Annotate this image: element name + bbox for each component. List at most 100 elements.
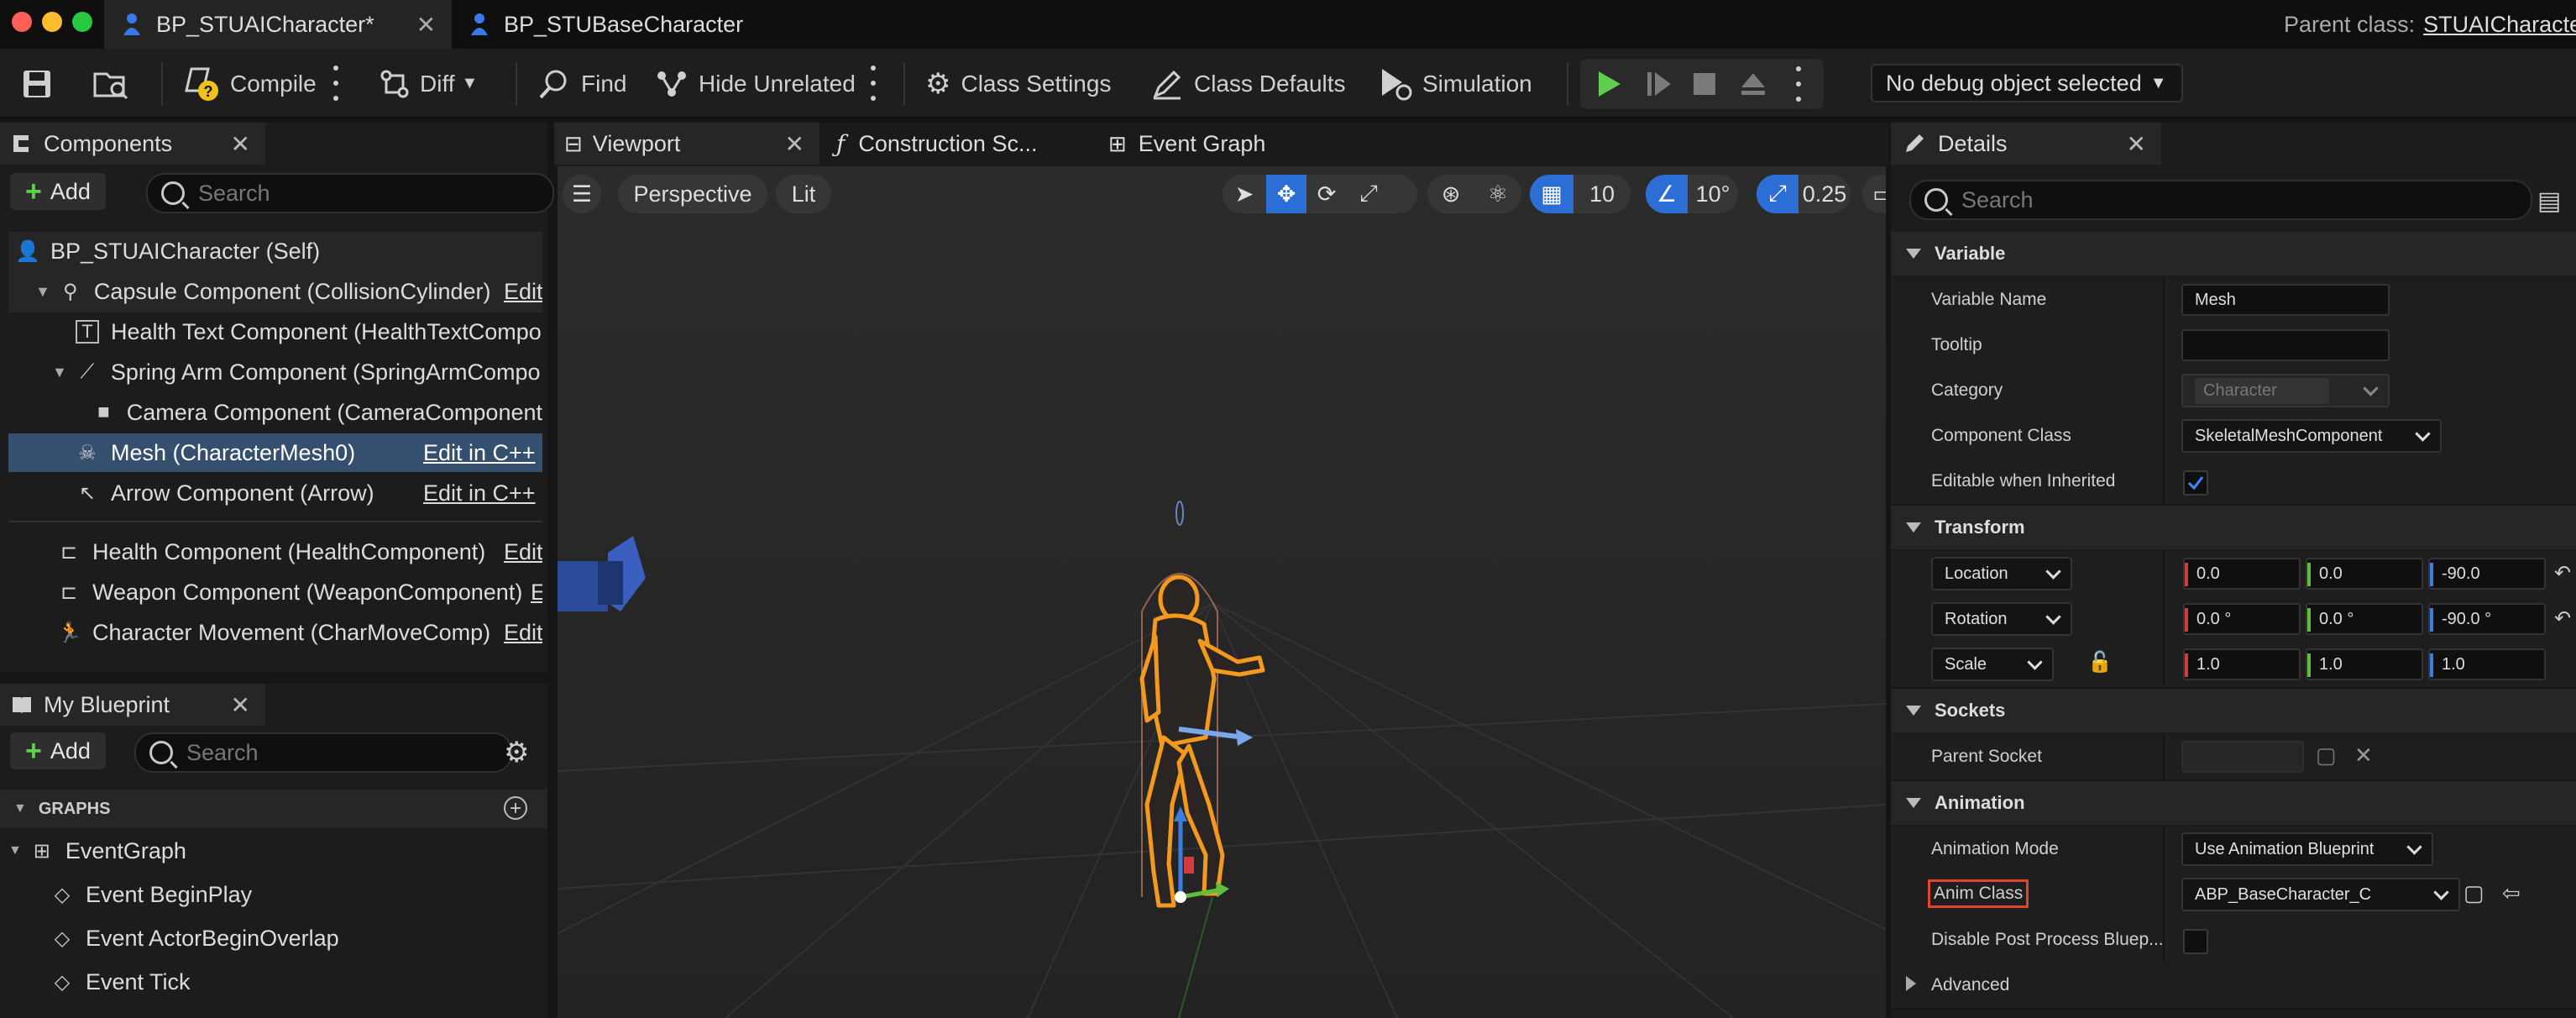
component-item-arrow[interactable]: ↖ Arrow Component (Arrow) Edit in C++: [8, 474, 542, 512]
component-item-weapon[interactable]: ⊏ Weapon Component (WeaponComponent) E: [8, 573, 542, 611]
event-item-actorbeginoverlap[interactable]: ◇ Event ActorBeginOverlap: [0, 919, 547, 958]
disable-post-process-checkbox[interactable]: [2183, 929, 2208, 954]
class-settings-button[interactable]: ⚙ Class Settings: [925, 49, 1111, 118]
surface-snap-icon[interactable]: ⊛: [1427, 175, 1474, 213]
simulation-button[interactable]: Simulation: [1377, 49, 1532, 118]
lit-button[interactable]: Lit: [776, 175, 831, 213]
event-item-tick[interactable]: ◇ Event Tick: [0, 963, 547, 1001]
diff-button[interactable]: Diff ▼: [378, 49, 478, 118]
rotate-mode-icon[interactable]: ⟳: [1306, 175, 1347, 213]
hide-unrelated-options-button[interactable]: [870, 66, 877, 101]
add-graph-icon[interactable]: +: [504, 796, 527, 820]
stop-icon[interactable]: [1691, 71, 1718, 97]
add-component-button[interactable]: + Add: [10, 173, 106, 210]
graphs-section-header[interactable]: ▼ GRAPHS +: [0, 790, 547, 828]
component-item-health[interactable]: ⊏ Health Component (HealthComponent) Edi…: [8, 533, 542, 571]
close-icon[interactable]: ✕: [231, 130, 250, 158]
category-dropdown[interactable]: Character: [2181, 374, 2390, 407]
tab-components[interactable]: Components ✕: [0, 123, 265, 165]
browse-button[interactable]: [92, 49, 129, 118]
grid-snap-group[interactable]: ▦ 10: [1530, 175, 1631, 213]
scale-snap-group[interactable]: ⤢ 0.25: [1757, 175, 1851, 213]
reset-icon[interactable]: ↶: [2554, 606, 2571, 631]
edit-link[interactable]: Edit: [504, 279, 542, 305]
class-defaults-button[interactable]: Class Defaults: [1150, 49, 1346, 118]
details-search-input[interactable]: Search: [1909, 180, 2532, 220]
edit-link[interactable]: Edit: [504, 620, 542, 646]
step-icon[interactable]: [1644, 69, 1674, 99]
variable-name-input[interactable]: Mesh: [2181, 284, 2390, 316]
tab-construction-script[interactable]: ƒ Construction Sc...: [836, 123, 1037, 165]
browse-socket-icon[interactable]: ▢: [2316, 743, 2337, 769]
scale-y-input[interactable]: 1.0: [2306, 648, 2423, 680]
expand-arrow-icon[interactable]: ▼: [35, 283, 50, 301]
tab-viewport[interactable]: ⊟ Viewport ✕: [554, 123, 819, 165]
section-transform[interactable]: Transform: [1891, 506, 2576, 549]
save-button[interactable]: [20, 49, 54, 118]
compile-options-button[interactable]: [332, 66, 339, 101]
rotation-x-input[interactable]: 0.0 °: [2183, 603, 2301, 635]
close-icon[interactable]: ✕: [2127, 130, 2146, 158]
component-item-mesh[interactable]: ☠ Mesh (CharacterMesh0) Edit in C++: [8, 433, 542, 472]
graph-item-eventgraph[interactable]: ▼ ⊞ EventGraph: [0, 832, 547, 870]
compile-button[interactable]: ? Compile: [183, 49, 317, 118]
component-item-health-text[interactable]: T Health Text Component (HealthTextCompo: [8, 312, 542, 351]
minimize-window-button[interactable]: [42, 12, 62, 32]
table-view-icon[interactable]: ▤: [2537, 186, 2561, 216]
doc-tab-bp-stubasecharacter[interactable]: BP_STUBaseCharacter: [470, 0, 743, 49]
row-advanced[interactable]: Advanced: [1891, 963, 2576, 1010]
section-sockets[interactable]: Sockets: [1891, 689, 2576, 732]
add-member-button[interactable]: + Add: [10, 732, 106, 769]
tab-event-graph[interactable]: ⊞ Event Graph: [1108, 123, 1265, 165]
perspective-button[interactable]: Perspective: [618, 175, 767, 213]
rotation-y-input[interactable]: 0.0 °: [2306, 603, 2423, 635]
close-icon[interactable]: ✕: [231, 691, 250, 719]
rotation-z-input[interactable]: -90.0 °: [2428, 603, 2546, 635]
scale-x-input[interactable]: 1.0: [2183, 648, 2301, 680]
hide-unrelated-button[interactable]: Hide Unrelated: [655, 49, 856, 118]
find-button[interactable]: Find: [537, 49, 626, 118]
parent-socket-input[interactable]: [2181, 741, 2304, 773]
viewport-menu-button[interactable]: ☰: [563, 175, 601, 213]
expand-arrow-icon[interactable]: ▼: [52, 364, 67, 381]
edit-in-cpp-link[interactable]: Edit in C++: [423, 480, 536, 506]
section-animation[interactable]: Animation: [1891, 781, 2576, 825]
close-icon[interactable]: ✕: [785, 130, 804, 158]
clear-icon[interactable]: ✕: [2354, 743, 2373, 769]
animation-mode-dropdown[interactable]: Use Animation Blueprint: [2181, 832, 2433, 866]
anim-class-dropdown[interactable]: ABP_BaseCharacter_C: [2181, 878, 2460, 911]
lock-icon[interactable]: 🔓: [2087, 650, 2113, 674]
location-x-input[interactable]: 0.0: [2183, 558, 2301, 590]
browse-asset-icon[interactable]: ▢: [2463, 880, 2484, 906]
reset-icon[interactable]: ↶: [2554, 561, 2571, 585]
location-mode-dropdown[interactable]: Location: [1931, 557, 2072, 590]
my-blueprint-search-input[interactable]: Search: [134, 732, 512, 773]
camera-speed-group[interactable]: ▭ 4: [1862, 175, 1886, 213]
location-y-input[interactable]: 0.0: [2306, 558, 2423, 590]
components-search-input[interactable]: Search: [146, 173, 554, 213]
close-icon[interactable]: ✕: [416, 11, 436, 39]
component-item-self[interactable]: 👤 BP_STUAICharacter (Self): [8, 232, 542, 270]
play-icon[interactable]: [1594, 69, 1624, 99]
component-item-capsule[interactable]: ▼ ⚲ Capsule Component (CollisionCylinder…: [8, 272, 542, 311]
component-item-camera[interactable]: ■ Camera Component (CameraComponent: [8, 393, 542, 432]
event-item-beginplay[interactable]: ◇ Event BeginPlay: [0, 875, 547, 914]
edit-in-cpp-link[interactable]: Edit in C++: [423, 440, 536, 466]
maximize-window-button[interactable]: [72, 12, 92, 32]
component-class-dropdown[interactable]: SkeletalMeshComponent: [2181, 419, 2442, 453]
edit-link[interactable]: Edit: [504, 539, 542, 565]
eject-icon[interactable]: [1738, 69, 1768, 99]
parent-class-link[interactable]: STUAICharacter: [2423, 12, 2576, 38]
rotation-mode-dropdown[interactable]: Rotation: [1931, 602, 2072, 636]
rotation-snap-group[interactable]: ∠ 10°: [1646, 175, 1738, 213]
viewport[interactable]: ☰ Perspective Lit ➤ ✥ ⟳ ⤢ ⊛ ⚛ ▦ 10 ∠ 10°…: [558, 166, 1886, 1018]
use-selected-icon[interactable]: ⇦: [2502, 880, 2521, 906]
tab-details[interactable]: Details ✕: [1891, 123, 2161, 165]
editable-inherited-checkbox[interactable]: [2183, 470, 2208, 496]
section-variable[interactable]: Variable: [1891, 232, 2576, 275]
close-window-button[interactable]: [12, 12, 32, 32]
translate-mode-icon[interactable]: ✥: [1266, 175, 1306, 213]
expand-arrow-icon[interactable]: ▼: [8, 843, 22, 858]
component-item-char-movement[interactable]: 🏃 Character Movement (CharMoveComp) Edit: [8, 613, 542, 652]
scale-z-input[interactable]: 1.0: [2428, 648, 2546, 680]
